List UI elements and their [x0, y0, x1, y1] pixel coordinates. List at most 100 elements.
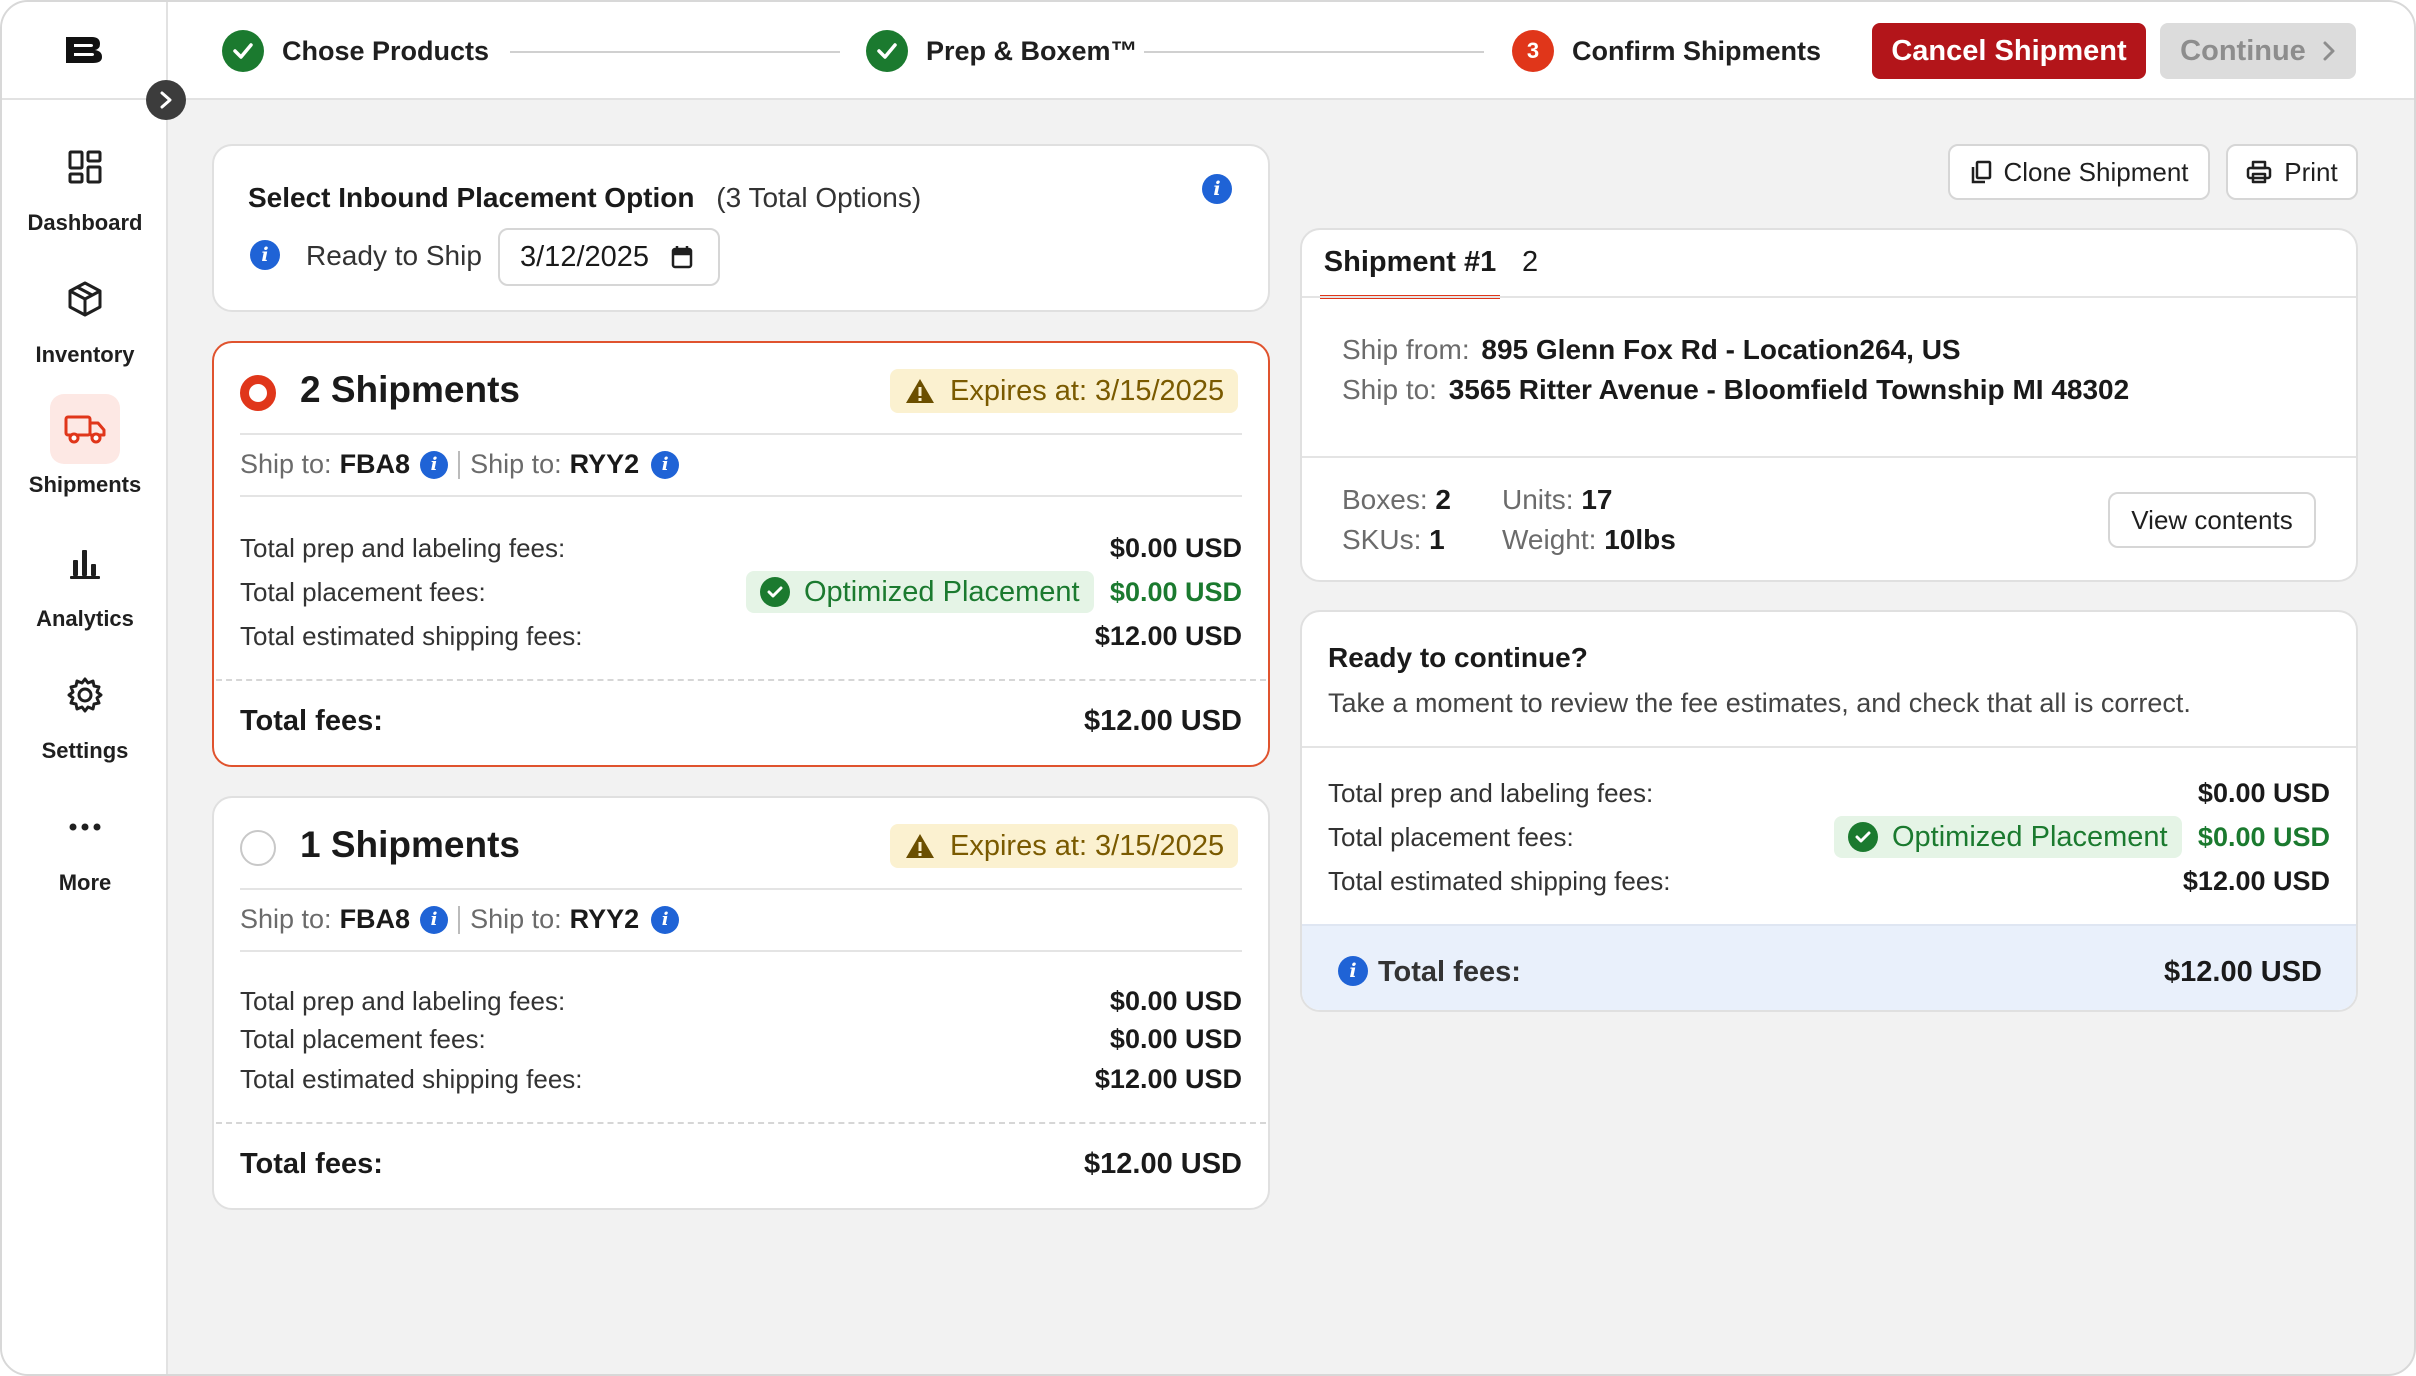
continue-button[interactable]: Continue — [2160, 23, 2356, 79]
step-label: Prep & Boxem™ — [926, 35, 1138, 66]
total-fees-label: Total fees: — [240, 1148, 383, 1180]
step-connector — [1144, 51, 1484, 53]
dashboard-icon — [50, 132, 120, 202]
info-icon[interactable]: i — [1202, 174, 1232, 204]
total-fees-row: i Total fees: $12.00 USD — [1302, 924, 2356, 1010]
info-icon[interactable]: i — [420, 450, 449, 479]
optimized-placement-badge: Optimized Placement — [1834, 816, 2182, 858]
separator — [458, 450, 461, 479]
option-radio[interactable] — [240, 830, 276, 866]
shipping-fees-label: Total estimated shipping fees: — [240, 1064, 583, 1094]
prep-fees-value: $0.00 USD — [2197, 778, 2330, 808]
boxes-stat: Boxes: 2 — [1342, 484, 1451, 516]
sidebar-item-settings[interactable]: Settings — [2, 660, 168, 764]
cancel-shipment-button[interactable]: Cancel Shipment — [1872, 23, 2146, 79]
placement-fees-label: Total placement fees: — [240, 577, 486, 607]
sidebar-item-label: Dashboard — [27, 210, 143, 235]
skus-value: 1 — [1429, 524, 1445, 555]
print-label: Print — [2284, 156, 2338, 187]
optimized-placement-badge: Optimized Placement — [746, 571, 1094, 613]
prep-fees-label: Total prep and labeling fees: — [1328, 778, 1654, 808]
info-icon[interactable]: i — [651, 905, 680, 934]
check-icon — [222, 30, 264, 72]
shipping-fees-value: $12.00 USD — [1094, 621, 1242, 651]
total-fees-label: Total fees: — [1378, 956, 1521, 988]
ship-to-row: Ship to: FBA8 i Ship to: RYY2 i — [240, 449, 680, 480]
copy-icon — [1971, 160, 1991, 184]
divider — [216, 1122, 1266, 1124]
sidebar-item-more[interactable]: More — [2, 792, 168, 896]
ready-date-input[interactable]: 3/12/2025 — [498, 228, 720, 286]
sidebar: Dashboard Inventory Shipments Analytics — [2, 2, 168, 1374]
ship-to-address: 3565 Ritter Avenue - Bloomfield Township… — [1448, 374, 2130, 405]
tab-shipment-1[interactable]: Shipment #1 — [1320, 246, 1500, 299]
shipping-fees-label: Total estimated shipping fees: — [240, 621, 583, 651]
print-button[interactable]: Print — [2226, 144, 2358, 200]
placement-title-row: Select Inbound Placement Option (3 Total… — [248, 182, 921, 214]
weight-stat: Weight: 10lbs — [1502, 524, 1676, 556]
sidebar-item-dashboard[interactable]: Dashboard — [2, 132, 168, 236]
sidebar-item-label: Inventory — [35, 342, 135, 367]
info-icon[interactable]: i — [651, 450, 680, 479]
step-number: 3 — [1512, 30, 1554, 72]
shipping-fees-label: Total estimated shipping fees: — [1328, 866, 1671, 896]
sidebar-item-analytics[interactable]: Analytics — [2, 528, 168, 632]
sidebar-item-label: Analytics — [36, 606, 134, 631]
units-stat: Units: 17 — [1502, 484, 1613, 516]
step-prep-boxem[interactable]: Prep & Boxem™ — [866, 30, 1138, 72]
prep-fees-label: Total prep and labeling fees: — [240, 533, 566, 563]
placement-option-2-shipments[interactable]: 2 Shipments Expires at: 3/15/2025 Ship t… — [212, 341, 1270, 767]
fee-summary-card: Ready to continue? Take a moment to revi… — [1300, 610, 2358, 1012]
placement-fees-label: Total placement fees: — [240, 1024, 486, 1054]
total-fees-value: $12.00 USD — [2164, 956, 2322, 988]
option-radio[interactable] — [240, 375, 276, 411]
ship-to-ryy2: RYY2 — [569, 449, 640, 479]
expires-text: Expires at: 3/15/2025 — [950, 829, 1225, 862]
logo[interactable] — [2, 2, 166, 100]
ship-to-row: Ship to: FBA8 i Ship to: RYY2 i — [240, 904, 680, 935]
check-icon — [866, 30, 908, 72]
boxes-label: Boxes: — [1342, 484, 1428, 515]
info-icon[interactable]: i — [250, 240, 280, 270]
info-icon[interactable]: i — [420, 905, 449, 934]
ship-to-label: Ship to: — [240, 904, 332, 934]
sidebar-item-shipments[interactable]: Shipments — [2, 394, 168, 498]
ship-to-label: Ship to: — [470, 904, 562, 934]
ship-to-label: Ship to: — [1342, 374, 1437, 405]
more-icon — [50, 792, 120, 862]
total-fees-label: Total fees: — [240, 705, 383, 737]
view-contents-button[interactable]: View contents — [2108, 492, 2316, 548]
shipment-detail-card: Shipment #1 2 Ship from: 895 Glenn Fox R… — [1300, 228, 2358, 582]
ship-to-fba8: FBA8 — [339, 904, 411, 934]
info-icon[interactable]: i — [1338, 956, 1368, 986]
sidebar-toggle-button[interactable] — [146, 80, 186, 120]
step-confirm-shipments[interactable]: 3 Confirm Shipments — [1512, 30, 1821, 72]
placement-fees-value: $0.00 USD — [1109, 577, 1242, 607]
step-label: Confirm Shipments — [1572, 35, 1822, 66]
placement-option-1-shipments[interactable]: 1 Shipments Expires at: 3/15/2025 Ship t… — [212, 796, 1270, 1210]
sidebar-item-label: Shipments — [28, 472, 142, 497]
step-chose-products[interactable]: Chose Products — [222, 30, 489, 72]
option-title: 2 Shipments — [300, 369, 520, 410]
divider — [240, 950, 1242, 952]
badge-text: Optimized Placement — [1892, 820, 2168, 853]
sidebar-item-inventory[interactable]: Inventory — [2, 264, 168, 368]
total-fees-value: $12.00 USD — [1084, 705, 1242, 737]
placement-fees-label: Total placement fees: — [1328, 822, 1574, 852]
prep-fees-label: Total prep and labeling fees: — [240, 986, 566, 1016]
summary-title: Ready to continue? — [1328, 642, 1588, 673]
ship-to-label: Ship to: — [240, 449, 332, 479]
placement-fees-value: $0.00 USD — [1109, 1024, 1242, 1054]
expires-text: Expires at: 3/15/2025 — [950, 374, 1225, 407]
warning-icon — [906, 379, 934, 403]
ship-from-address: 895 Glenn Fox Rd - Location264, US — [1481, 334, 1961, 365]
date-value: 3/12/2025 — [520, 240, 650, 273]
units-value: 17 — [1581, 484, 1613, 515]
skus-stat: SKUs: 1 — [1342, 524, 1445, 556]
clone-shipment-button[interactable]: Clone Shipment — [1948, 144, 2210, 200]
tab-shipment-2[interactable]: 2 — [1522, 246, 1538, 279]
skus-label: SKUs: — [1342, 524, 1422, 555]
total-fees-value: $12.00 USD — [1084, 1148, 1242, 1180]
truck-icon — [50, 394, 120, 464]
placement-option-card: Select Inbound Placement Option (3 Total… — [212, 144, 1270, 312]
